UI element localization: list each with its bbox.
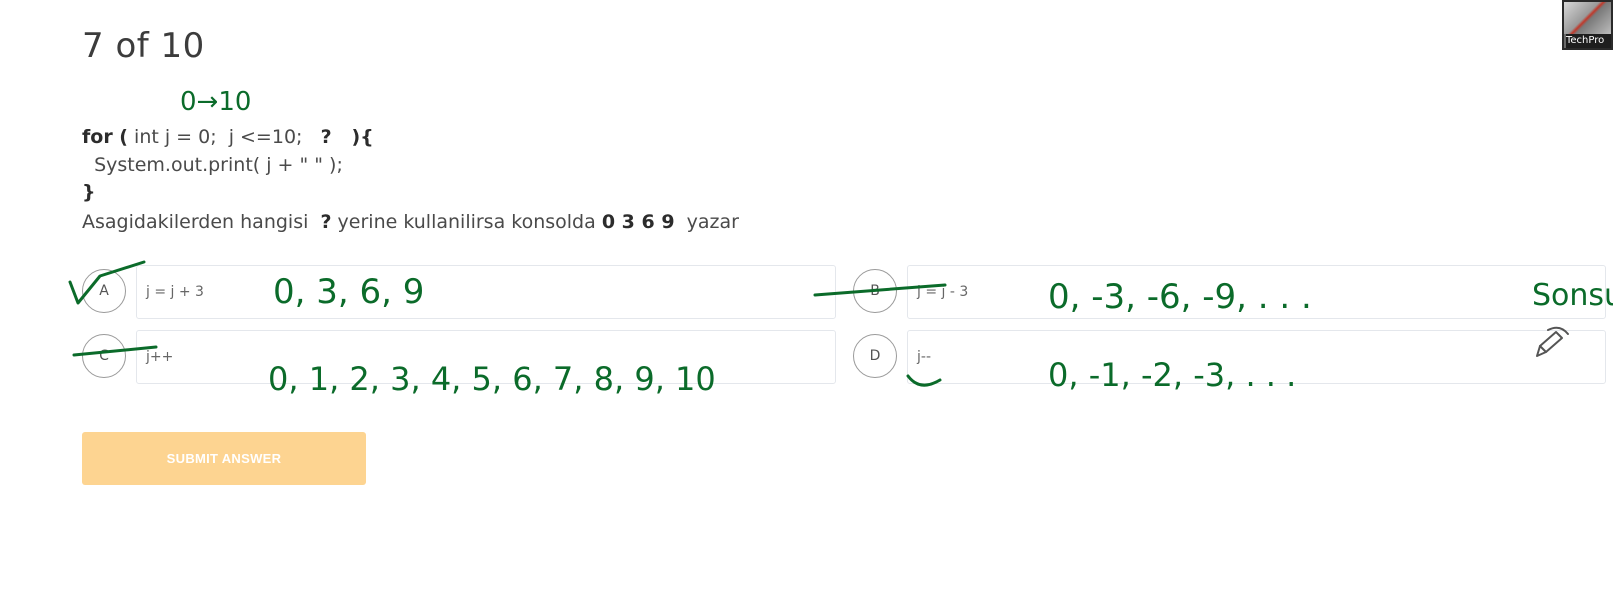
annotation-range: 0→10 xyxy=(180,87,251,117)
code-line-3: } xyxy=(82,180,96,204)
option-b-radio[interactable]: B xyxy=(853,269,897,313)
option-d[interactable]: D j-- xyxy=(853,330,1606,384)
option-b[interactable]: B j = j - 3 xyxy=(853,265,1606,319)
video-thumbnail[interactable]: TechPro xyxy=(1562,0,1613,50)
option-c[interactable]: C j++ xyxy=(82,330,836,384)
option-b-text: j = j - 3 xyxy=(917,284,969,300)
code-line-2: System.out.print( j + " " ); xyxy=(82,154,343,176)
code-placeholder: ? xyxy=(320,126,332,148)
code-loop-header: int j = 0; j <=10; xyxy=(128,126,321,148)
submit-answer-button[interactable]: SUBMIT ANSWER xyxy=(82,432,366,485)
question-text: Asagidakilerden hangisi ? yerine kullani… xyxy=(82,211,739,233)
question-prefix: Asagidakilerden hangisi xyxy=(82,211,321,233)
option-c-box[interactable]: j++ xyxy=(136,330,836,384)
code-line-1: for ( int j = 0; j <=10; ? ){ xyxy=(82,125,374,149)
code-brace-close: } xyxy=(82,181,96,203)
option-b-box[interactable]: j = j - 3 xyxy=(907,265,1606,319)
question-placeholder: ? xyxy=(320,211,332,233)
question-progress: 7 of 10 xyxy=(82,26,205,66)
option-a-box[interactable]: j = j + 3 xyxy=(136,265,836,319)
question-sequence: 0 3 6 9 xyxy=(601,211,675,233)
option-d-radio[interactable]: D xyxy=(853,334,897,378)
video-thumbnail-label: TechPro xyxy=(1566,34,1611,48)
quiz-page: 7 of 10 for ( int j = 0; j <=10; ? ){ Sy… xyxy=(0,0,1613,613)
option-a-radio[interactable]: A xyxy=(82,269,126,313)
question-suffix: yazar xyxy=(674,211,739,233)
option-a[interactable]: A j = j + 3 xyxy=(82,265,836,319)
option-d-text: j-- xyxy=(917,349,931,365)
code-brace-open: ){ xyxy=(331,126,374,148)
option-a-text: j = j + 3 xyxy=(146,284,204,300)
code-for-keyword: for ( xyxy=(82,126,128,148)
option-d-box[interactable]: j-- xyxy=(907,330,1606,384)
presenter-video-image xyxy=(1564,2,1611,34)
option-c-text: j++ xyxy=(146,349,174,365)
option-c-radio[interactable]: C xyxy=(82,334,126,378)
question-middle: yerine kullanilirsa konsolda xyxy=(331,211,602,233)
